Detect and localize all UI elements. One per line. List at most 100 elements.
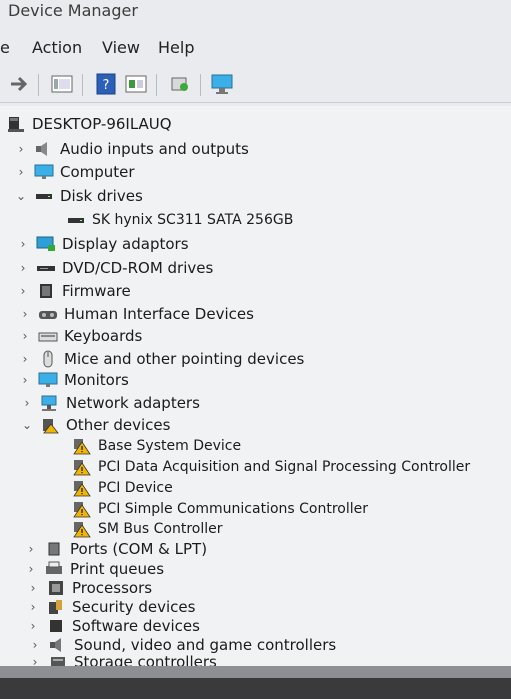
chevron-down-icon[interactable]: ⌄ (20, 418, 34, 432)
chevron-right-icon[interactable]: › (18, 373, 32, 387)
category-computer[interactable]: › Computer (19, 162, 135, 182)
category-processors[interactable]: › Processors (31, 578, 153, 598)
category-network-adapters[interactable]: › Network adapters (25, 393, 200, 413)
category-human-interface-devices[interactable]: › Human Interface Devices (23, 304, 254, 324)
category-label: Network adapters (66, 394, 200, 412)
chevron-right-icon[interactable]: › (28, 638, 42, 652)
keyboard-icon (38, 327, 58, 345)
mouse-icon (38, 350, 58, 368)
unknown-icon (40, 416, 60, 434)
device-tree: DESKTOP-96ILAUQ › Audio inputs and output… (0, 106, 511, 671)
category-keyboards[interactable]: › Keyboards (23, 326, 143, 346)
scrollbar[interactable] (0, 666, 511, 678)
chevron-right-icon[interactable]: › (16, 237, 30, 251)
category-label: Ports (COM & LPT) (70, 540, 208, 558)
warning-icon (72, 520, 92, 538)
chevron-right-icon[interactable]: › (14, 142, 28, 156)
device-item[interactable]: Base System Device (72, 436, 241, 456)
monitor-icon[interactable] (210, 72, 234, 96)
chevron-right-icon[interactable]: › (24, 542, 38, 556)
category-print-queues[interactable]: › Print queues (29, 559, 165, 579)
monitor-icon (38, 371, 58, 389)
category-label: Software devices (72, 617, 200, 635)
toolbar-separator (38, 74, 39, 96)
chevron-right-icon[interactable]: › (18, 307, 32, 321)
chevron-right-icon[interactable]: › (18, 329, 32, 343)
category-software-devices[interactable]: › Software devices (31, 616, 200, 636)
category-security-devices[interactable]: › Security devices (31, 597, 196, 617)
category-label: Disk drives (60, 187, 143, 205)
computer-icon (6, 115, 26, 133)
menu-view[interactable]: View (102, 38, 140, 57)
device-label: PCI Device (98, 480, 173, 496)
category-firmware[interactable]: › Firmware (21, 281, 131, 301)
category-label: Other devices (66, 416, 171, 434)
chevron-right-icon[interactable]: › (20, 396, 34, 410)
category-label: Human Interface Devices (64, 305, 254, 323)
category-other-devices[interactable]: ⌄ Other devices (22, 415, 171, 435)
category-label: Processors (72, 579, 153, 597)
toolbar-separator (200, 74, 201, 96)
category-disk-drives[interactable]: ⌄ Disk drives (16, 186, 143, 206)
category-label: Print queues (70, 560, 165, 578)
monitor-icon (34, 163, 54, 181)
menu-action[interactable]: Action (32, 38, 82, 57)
back-icon[interactable] (8, 72, 32, 96)
category-label: Security devices (72, 598, 196, 616)
chevron-right-icon[interactable]: › (26, 581, 40, 595)
chevron-right-icon[interactable]: › (26, 600, 40, 614)
category-label: Mice and other pointing devices (64, 350, 305, 368)
scan-icon[interactable] (168, 72, 192, 96)
menu-bar: e Action View Help (0, 38, 511, 62)
window-title: Device Manager (8, 1, 138, 20)
toolbar: ? (0, 68, 511, 103)
warning-icon (72, 437, 92, 455)
properties-icon[interactable] (50, 72, 74, 96)
tree-root-label: DESKTOP-96ILAUQ (32, 115, 172, 133)
device-item[interactable]: PCI Device (72, 478, 173, 498)
cpu-icon (46, 579, 66, 597)
device-label: SK hynix SC311 SATA 256GB (92, 212, 294, 228)
chevron-right-icon[interactable]: › (26, 619, 40, 633)
warning-icon (72, 500, 92, 518)
chevron-right-icon[interactable]: › (24, 562, 38, 576)
help-icon[interactable]: ? (94, 72, 118, 96)
dvd-icon (36, 259, 56, 277)
menu-file[interactable]: e (0, 38, 10, 57)
network-icon (40, 394, 60, 412)
category-dvd-cd-rom-drives[interactable]: › DVD/CD-ROM drives (21, 258, 214, 278)
display-icon (36, 235, 56, 253)
category-display-adaptors[interactable]: › Display adaptors (21, 234, 189, 254)
chevron-right-icon[interactable]: › (18, 352, 32, 366)
menu-help[interactable]: Help (158, 38, 194, 57)
software-icon (46, 617, 66, 635)
drive-icon (66, 211, 86, 229)
printer-icon (44, 560, 64, 578)
drive-icon (34, 187, 54, 205)
category-audio-inputs-and-outputs[interactable]: › Audio inputs and outputs (19, 139, 249, 159)
chevron-right-icon[interactable]: › (16, 284, 30, 298)
category-label: Audio inputs and outputs (60, 140, 249, 158)
category-monitors[interactable]: › Monitors (23, 370, 129, 390)
device-label: SM Bus Controller (98, 521, 223, 537)
toolbar-separator (156, 74, 157, 96)
chevron-down-icon[interactable]: ⌄ (14, 189, 28, 203)
device-item[interactable]: PCI Simple Communications Controller (72, 499, 368, 519)
device-item[interactable]: PCI Data Acquisition and Signal Processi… (72, 457, 470, 477)
hid-icon (38, 305, 58, 323)
chip-icon (36, 282, 56, 300)
chevron-right-icon[interactable]: › (14, 165, 28, 179)
category-label: Keyboards (64, 327, 143, 345)
category-label: DVD/CD-ROM drives (62, 259, 214, 277)
category-ports-com-lpt-[interactable]: › Ports (COM & LPT) (29, 539, 208, 559)
chevron-right-icon[interactable]: › (16, 261, 30, 275)
category-mice-and-other-pointing-devices[interactable]: › Mice and other pointing devices (23, 349, 305, 369)
device-label: Base System Device (98, 438, 242, 454)
tree-root[interactable]: DESKTOP-96ILAUQ (6, 114, 172, 134)
speaker-icon (34, 140, 54, 158)
action-icon[interactable] (124, 72, 148, 96)
category-label: Display adaptors (62, 235, 189, 253)
device-item[interactable]: SM Bus Controller (72, 519, 223, 539)
category-label: Firmware (62, 282, 131, 300)
device-item[interactable]: SK hynix SC311 SATA 256GB (66, 210, 293, 230)
